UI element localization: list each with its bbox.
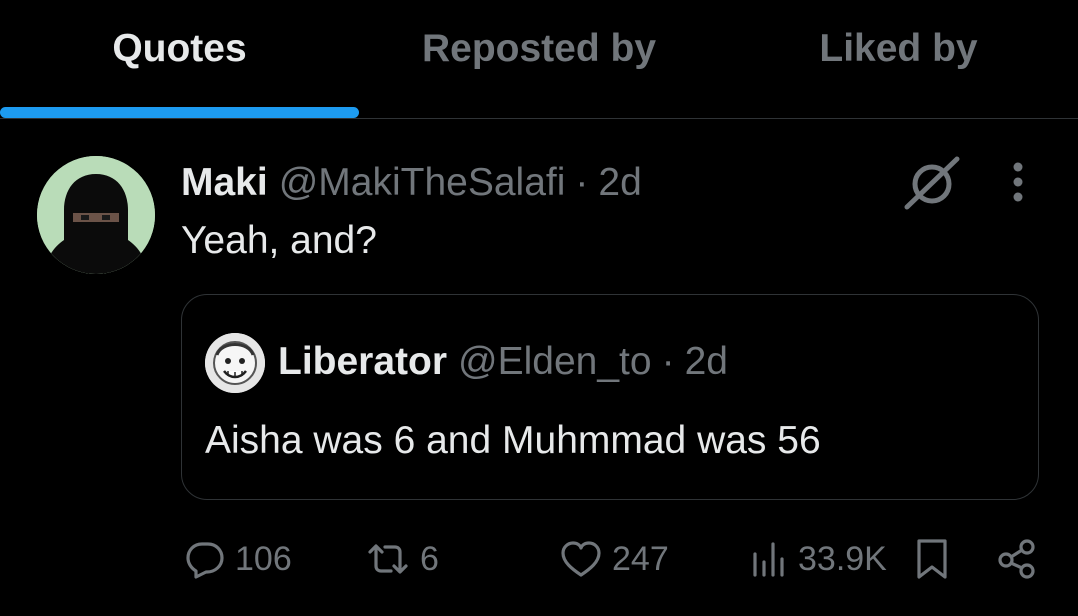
author-name[interactable]: Maki xyxy=(181,161,268,205)
tab-liked-by[interactable]: Liked by xyxy=(719,0,1078,118)
bookmark-icon xyxy=(917,539,947,579)
avatar-image xyxy=(37,156,155,274)
tab-reposted-by-label: Reposted by xyxy=(421,27,657,70)
heart-icon xyxy=(561,541,601,577)
tab-quotes-label: Quotes xyxy=(112,27,247,70)
like-button[interactable]: 247 xyxy=(560,536,669,582)
active-tab-indicator xyxy=(0,107,359,118)
quoted-post[interactable]: Liberator @Elden_to · 2d Aisha was 6 and… xyxy=(181,294,1039,500)
repost-icon xyxy=(368,544,408,574)
grok-icon[interactable] xyxy=(902,154,962,212)
views-count: 33.9K xyxy=(798,539,887,578)
quoted-avatar-image xyxy=(205,333,265,393)
author-handle[interactable]: @MakiTheSalafi xyxy=(279,161,566,205)
quoted-post-header: Liberator @Elden_to · 2d xyxy=(278,339,728,385)
share-button[interactable] xyxy=(996,536,1038,582)
separator-dot: · xyxy=(575,161,589,204)
post-text: Yeah, and? xyxy=(181,219,377,262)
tab-quotes[interactable]: Quotes xyxy=(0,0,359,118)
repost-count: 6 xyxy=(420,539,439,578)
quoted-post-timestamp: 2d xyxy=(684,340,728,383)
author-avatar[interactable] xyxy=(37,156,155,274)
bookmark-button[interactable] xyxy=(914,536,950,582)
quoted-author-avatar xyxy=(205,333,265,393)
share-icon xyxy=(998,539,1035,579)
views-button[interactable]: 33.9K xyxy=(748,536,887,582)
like-count: 247 xyxy=(612,539,669,578)
reply-button[interactable]: 106 xyxy=(185,536,292,582)
reply-count: 106 xyxy=(235,539,292,578)
post-timestamp[interactable]: 2d xyxy=(598,161,641,205)
quoted-author-handle: @Elden_to xyxy=(458,340,652,383)
repost-button[interactable]: 6 xyxy=(366,536,439,582)
tab-liked-by-label: Liked by xyxy=(819,27,978,70)
more-icon[interactable] xyxy=(1000,160,1036,204)
quoted-separator-dot: · xyxy=(661,340,675,383)
quoted-post-text: Aisha was 6 and Muhmmad was 56 xyxy=(205,419,821,462)
tab-reposted-by[interactable]: Reposted by xyxy=(359,0,719,118)
views-icon xyxy=(753,542,784,577)
quoted-author-name: Liberator xyxy=(278,340,448,383)
tab-bar: Quotes Reposted by Liked by xyxy=(0,0,1078,119)
reply-icon xyxy=(186,542,224,579)
post-header: Maki @MakiTheSalafi · 2d xyxy=(181,160,642,206)
